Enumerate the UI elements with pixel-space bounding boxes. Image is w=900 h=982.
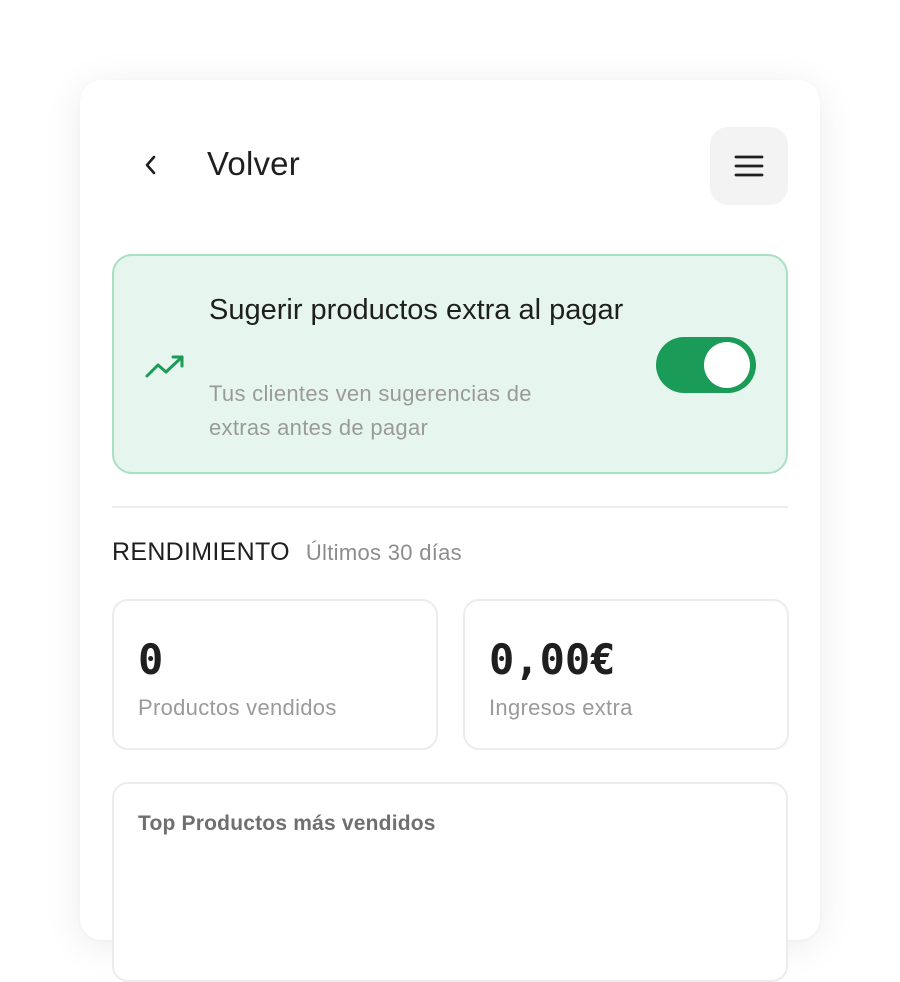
divider (112, 506, 788, 508)
upsell-toggle[interactable] (656, 337, 756, 393)
upsell-toggle-panel: Sugerir productos extra al pagar Tus cli… (112, 254, 788, 474)
trending-up-icon (145, 355, 184, 378)
stat-card-extra-revenue: 0,00€ Ingresos extra (463, 599, 789, 750)
period-label: Últimos 30 días (305, 540, 462, 565)
stat-card-products-sold: 0 Productos vendidos (112, 599, 438, 750)
upsell-description: Tus clientes ven sugerencias de extras a… (209, 381, 532, 440)
toggle-knob (704, 342, 750, 388)
back-button[interactable] (136, 150, 166, 180)
upsell-title: Sugerir productos extra al pagar (209, 294, 624, 326)
section-label: RENDIMIENTO (112, 538, 290, 566)
menu-button[interactable] (710, 127, 788, 205)
stat-label: Productos vendidos (138, 695, 337, 720)
top-products-title: Top Productos más vendidos (138, 812, 436, 835)
top-products-panel: Top Productos más vendidos (112, 782, 788, 982)
stat-label: Ingresos extra (489, 695, 633, 720)
chevron-left-icon (145, 155, 156, 175)
performance-header: RENDIMIENTO Últimos 30 días (112, 538, 462, 567)
stat-value: 0,00€ (489, 635, 616, 684)
hamburger-menu-icon (734, 155, 764, 177)
page-title[interactable]: Volver (207, 145, 300, 183)
settings-card: Volver Sugerir productos extra al pagar … (80, 80, 820, 982)
stat-value: 0 (138, 635, 164, 684)
